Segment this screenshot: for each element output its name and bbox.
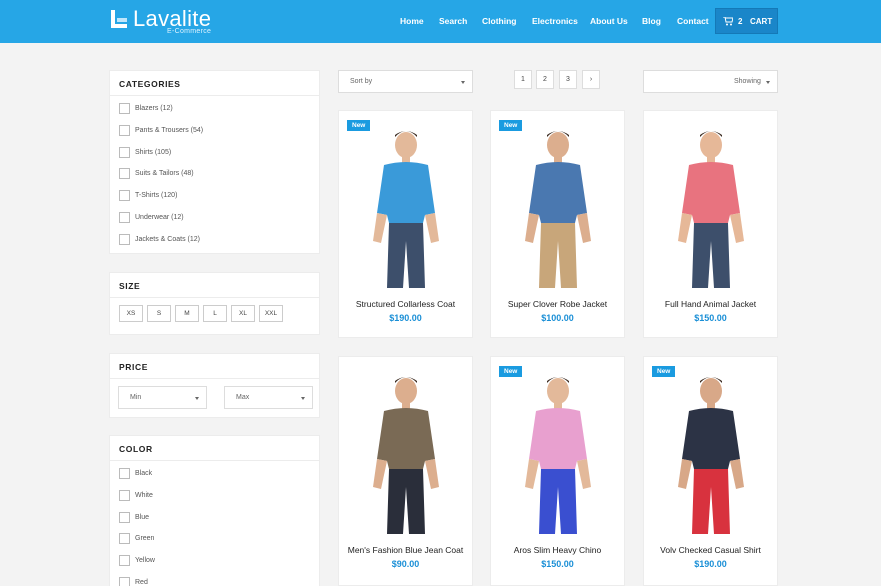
- size-m[interactable]: M: [175, 305, 199, 322]
- product-price: $190.00: [389, 313, 422, 323]
- product-image[interactable]: [656, 123, 767, 288]
- cart-count: 2: [738, 17, 743, 26]
- category-pants[interactable]: Pants & Trousers (54): [119, 125, 203, 137]
- size-l[interactable]: L: [203, 305, 227, 322]
- product-image[interactable]: [503, 369, 614, 534]
- price-title: PRICE: [110, 354, 319, 379]
- checkbox[interactable]: [119, 468, 130, 479]
- chevron-down-icon: [461, 81, 465, 84]
- nav-about-us[interactable]: About Us: [590, 16, 628, 26]
- product-name[interactable]: Super Clover Robe Jacket: [491, 299, 624, 309]
- checkbox[interactable]: [119, 577, 130, 586]
- nav-home[interactable]: Home: [400, 16, 424, 26]
- category-shirts[interactable]: Shirts (105): [119, 147, 171, 159]
- price-min-select[interactable]: Min: [118, 386, 207, 409]
- product-image[interactable]: [503, 123, 614, 288]
- category-suits[interactable]: Suits & Tailors (48): [119, 168, 194, 180]
- page-1-button[interactable]: 1: [514, 70, 532, 89]
- page-2-button[interactable]: 2: [536, 70, 554, 89]
- size-xxl[interactable]: XXL: [259, 305, 283, 322]
- color-black[interactable]: Black: [119, 468, 152, 480]
- product-card[interactable]: New Super Clover Robe Jacket $100.00: [490, 110, 625, 338]
- checkbox[interactable]: [119, 555, 130, 566]
- new-badge: New: [652, 366, 676, 377]
- checkbox[interactable]: [119, 103, 130, 114]
- size-panel: SIZE XS S M L XL XXL: [109, 272, 320, 335]
- checkbox[interactable]: [119, 190, 130, 201]
- color-yellow[interactable]: Yellow: [119, 555, 155, 567]
- product-name[interactable]: Aros Slim Heavy Chino: [491, 545, 624, 555]
- nav-electronics[interactable]: Electronics: [532, 16, 578, 26]
- product-price: $100.00: [541, 313, 574, 323]
- price-max-select[interactable]: Max: [224, 386, 313, 409]
- nav-clothing[interactable]: Clothing: [482, 16, 516, 26]
- product-price: $190.00: [694, 559, 727, 569]
- product-card[interactable]: New Structured Collarless Coat $190.00: [338, 110, 473, 338]
- categories-panel: CATEGORIES Blazers (12) Pants & Trousers…: [109, 70, 320, 254]
- chevron-down-icon: [766, 81, 770, 84]
- categories-title: CATEGORIES: [110, 71, 319, 96]
- checkbox[interactable]: [119, 147, 130, 158]
- product-name[interactable]: Structured Collarless Coat: [339, 299, 472, 309]
- checkbox[interactable]: [119, 168, 130, 179]
- chevron-down-icon: [301, 397, 305, 400]
- product-image[interactable]: [351, 123, 462, 288]
- color-panel: COLOR Black White Blue Green Yellow Red: [109, 435, 320, 586]
- size-xs[interactable]: XS: [119, 305, 143, 322]
- checkbox[interactable]: [119, 533, 130, 544]
- new-badge: New: [499, 366, 523, 377]
- product-card[interactable]: New Aros Slim Heavy Chino $150.00: [490, 356, 625, 586]
- nav-blog[interactable]: Blog: [642, 16, 661, 26]
- chevron-down-icon: [195, 397, 199, 400]
- color-green[interactable]: Green: [119, 533, 154, 545]
- size-title: SIZE: [110, 273, 319, 298]
- checkbox[interactable]: [119, 512, 130, 523]
- color-white[interactable]: White: [119, 490, 153, 502]
- cart-button[interactable]: 2 CART: [715, 8, 778, 34]
- color-title: COLOR: [110, 436, 319, 461]
- page-3-button[interactable]: 3: [559, 70, 577, 89]
- category-tshirts[interactable]: T-Shirts (120): [119, 190, 177, 202]
- product-price: $150.00: [541, 559, 574, 569]
- brand-tagline: E-Commerce: [167, 28, 212, 35]
- product-card[interactable]: New Volv Checked Casual Shirt $190.00: [643, 356, 778, 586]
- checkbox[interactable]: [119, 125, 130, 136]
- next-page-button[interactable]: ›: [582, 70, 600, 89]
- category-blazers[interactable]: Blazers (12): [119, 103, 173, 115]
- cart-label: CART: [750, 17, 773, 26]
- nav-contact[interactable]: Contact: [677, 16, 709, 26]
- nav-search[interactable]: Search: [439, 16, 467, 26]
- price-panel: PRICE Min Max: [109, 353, 320, 418]
- new-badge: New: [347, 120, 371, 131]
- showing-select[interactable]: Showing: [643, 70, 778, 93]
- size-s[interactable]: S: [147, 305, 171, 322]
- product-name[interactable]: Volv Checked Casual Shirt: [644, 545, 777, 555]
- color-blue[interactable]: Blue: [119, 512, 149, 524]
- category-jackets[interactable]: Jackets & Coats (12): [119, 234, 200, 246]
- product-name[interactable]: Full Hand Animal Jacket: [644, 299, 777, 309]
- cart-icon: [723, 17, 733, 26]
- checkbox[interactable]: [119, 234, 130, 245]
- product-card[interactable]: Men's Fashion Blue Jean Coat $90.00: [338, 356, 473, 586]
- top-bar: Lavalite E-Commerce Home Search Clothing…: [0, 0, 881, 43]
- size-xl[interactable]: XL: [231, 305, 255, 322]
- chevron-right-icon: ›: [589, 76, 593, 83]
- product-name[interactable]: Men's Fashion Blue Jean Coat: [339, 545, 472, 555]
- sort-select[interactable]: Sort by: [338, 70, 473, 93]
- color-red[interactable]: Red: [119, 577, 148, 586]
- logo-icon: [111, 10, 127, 28]
- product-image[interactable]: [656, 369, 767, 534]
- category-underwear[interactable]: Underwear (12): [119, 212, 184, 224]
- brand-logo[interactable]: Lavalite E-Commerce: [109, 6, 219, 36]
- product-card[interactable]: Full Hand Animal Jacket $150.00: [643, 110, 778, 338]
- checkbox[interactable]: [119, 490, 130, 501]
- product-price: $150.00: [694, 313, 727, 323]
- product-image[interactable]: [351, 369, 462, 534]
- checkbox[interactable]: [119, 212, 130, 223]
- new-badge: New: [499, 120, 523, 131]
- product-price: $90.00: [391, 559, 420, 569]
